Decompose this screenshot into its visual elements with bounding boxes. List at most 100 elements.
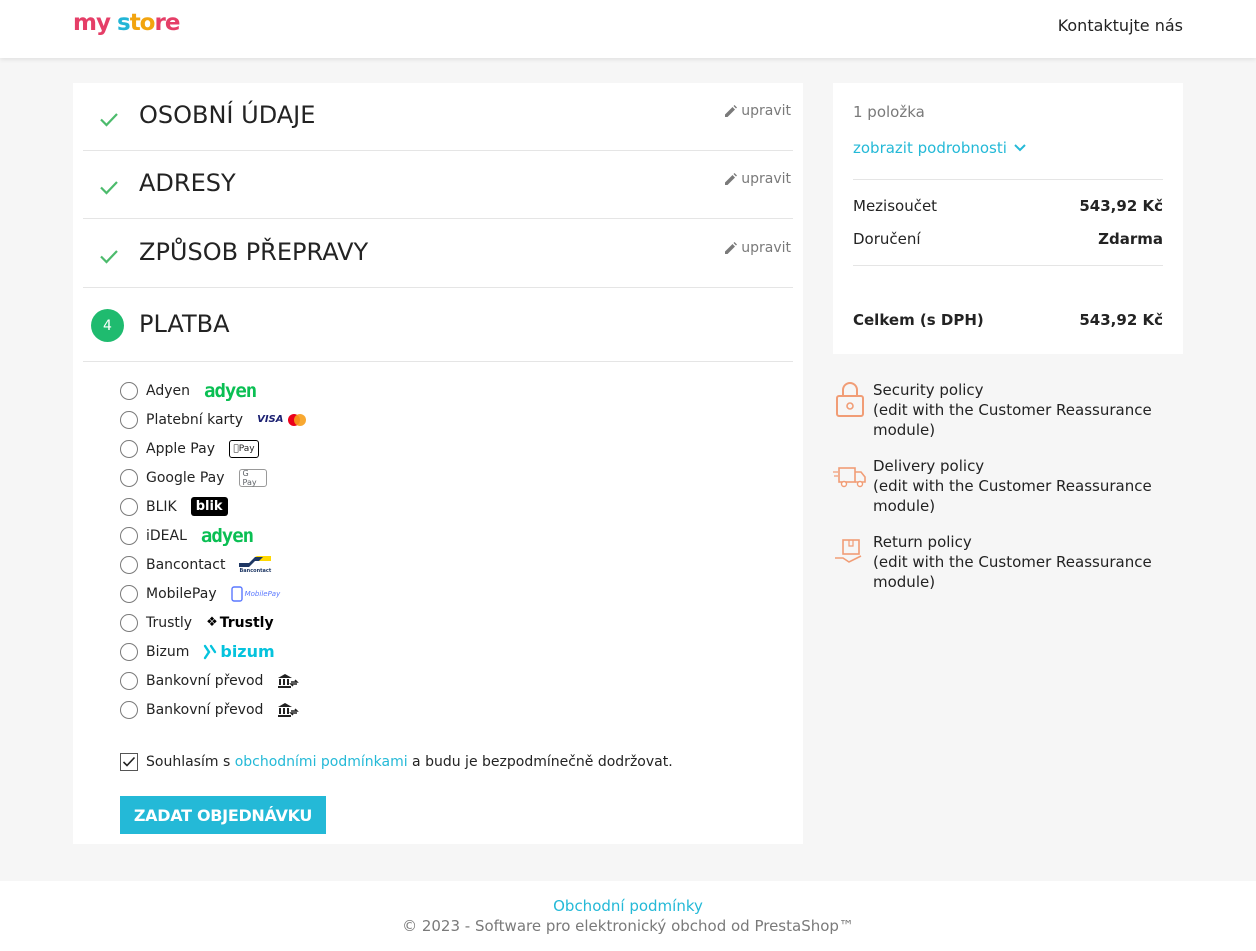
mastercard-icon — [287, 413, 306, 426]
reassurance-title: Delivery policy — [873, 457, 985, 475]
contact-link[interactable]: Kontaktujte nás — [1058, 16, 1183, 35]
radio-button[interactable] — [120, 613, 138, 632]
payment-label: iDEAL — [146, 527, 187, 544]
terms-agreement: Souhlasím s obchodními podmínkami a budu… — [120, 753, 673, 771]
trustly-text: Trustly — [219, 614, 274, 631]
mobilepay-logo: MobilePay — [230, 585, 280, 602]
payment-option-ideal[interactable]: iDEAL adyen — [120, 521, 770, 550]
reassurance-security: Security policy (edit with the Customer … — [833, 380, 1183, 440]
subtotal-label: Mezisoučet — [853, 197, 938, 215]
radio-button[interactable] — [120, 381, 138, 400]
apple-pay-logo: Pay — [228, 439, 259, 458]
terms-text-before: Souhlasím s — [146, 754, 235, 770]
pencil-icon — [725, 172, 738, 185]
bizum-logo: bizum — [203, 642, 275, 661]
radio-button[interactable] — [120, 468, 138, 487]
step-title: PLATBA — [139, 310, 230, 338]
radio-button[interactable] — [120, 410, 138, 429]
reassurance-return: Return policy (edit with the Customer Re… — [833, 532, 1183, 592]
check-icon — [100, 181, 118, 195]
payment-label: Platební karty — [146, 411, 244, 428]
visa-mastercard-logo: VISA — [257, 413, 306, 427]
bizum-text: bizum — [220, 642, 275, 661]
shipping-label: Doručení — [853, 230, 921, 248]
subtotal-row: Mezisoučet 543,92 Kč — [853, 197, 1163, 215]
place-order-button[interactable]: ZADAT OBJEDNÁVKU — [120, 796, 326, 834]
payment-label: BLIK — [146, 498, 177, 515]
edit-link[interactable]: upravit — [724, 171, 791, 187]
logo-text-s: s — [116, 10, 131, 36]
bank-transfer-icon — [278, 673, 300, 688]
radio-button[interactable] — [120, 439, 138, 458]
checkmark-icon — [122, 756, 136, 767]
payment-option-bank-transfer-2[interactable]: Bankovní převod — [120, 695, 770, 724]
payment-option-cards[interactable]: Platební karty VISA — [120, 405, 770, 434]
payment-option-adyen[interactable]: Adyen adyen — [120, 376, 770, 405]
payment-label: Bizum — [146, 643, 190, 660]
edit-link[interactable]: upravit — [724, 103, 791, 119]
payment-label: Bankovní převod — [146, 672, 264, 689]
payment-label: Adyen — [146, 382, 190, 399]
edit-link[interactable]: upravit — [724, 240, 791, 256]
step-number-badge: 4 — [91, 309, 124, 342]
mobilepay-icon — [230, 585, 243, 602]
checkout-steps: OSOBNÍ ÚDAJE upravit ADRESY upravit ZPŮS… — [73, 83, 803, 844]
show-details-toggle[interactable]: zobrazit podrobnosti — [853, 139, 1027, 157]
step-shipping-method[interactable]: ZPŮSOB PŘEPRAVY upravit — [83, 220, 793, 288]
footer-terms-link[interactable]: Obchodní podmínky — [0, 897, 1256, 915]
truck-icon — [833, 467, 866, 488]
radio-button[interactable] — [120, 526, 138, 545]
logo-text-to: to — [129, 10, 156, 36]
payment-label: Bancontact — [146, 556, 226, 573]
payment-option-bancontact[interactable]: Bancontact Bancontact — [120, 550, 770, 579]
lock-icon — [836, 382, 864, 417]
return-box-icon — [835, 539, 862, 563]
store-logo[interactable]: my store — [73, 10, 180, 36]
payment-option-bank-transfer[interactable]: Bankovní převod — [120, 666, 770, 695]
payment-label: MobilePay — [146, 585, 217, 602]
logo-text-my: my — [73, 10, 111, 36]
check-icon — [100, 113, 118, 127]
item-count: 1 položka — [853, 103, 925, 121]
radio-button[interactable] — [120, 642, 138, 661]
subtotal-value: 543,92 Kč — [1079, 197, 1163, 215]
payment-option-apple-pay[interactable]: Apple Pay Pay — [120, 434, 770, 463]
bizum-icon — [204, 644, 217, 659]
bank-transfer-icon — [278, 702, 300, 717]
radio-button[interactable] — [120, 497, 138, 516]
payment-label: Apple Pay — [146, 440, 215, 457]
terms-text-after: a budu je bezpodmínečně dodržovat. — [407, 754, 673, 770]
cart-summary: 1 položka zobrazit podrobnosti Mezisouče… — [833, 83, 1183, 354]
total-value: 543,92 Kč — [1079, 311, 1163, 329]
payment-option-google-pay[interactable]: Google Pay G Pay — [120, 463, 770, 492]
payment-option-mobilepay[interactable]: MobilePay MobilePay — [120, 579, 770, 608]
step-addresses[interactable]: ADRESY upravit — [83, 151, 793, 219]
step-payment: 4 PLATBA — [83, 288, 793, 362]
step-title: ADRESY — [139, 169, 236, 197]
payment-label: Google Pay — [146, 469, 225, 486]
radio-button[interactable] — [120, 584, 138, 603]
step-title: OSOBNÍ ÚDAJE — [139, 101, 316, 129]
apple-pay-text: Pay — [236, 443, 255, 454]
reassurance-desc: (edit with the Customer Reassurance modu… — [873, 553, 1152, 591]
radio-button[interactable] — [120, 671, 138, 690]
show-details-label: zobrazit podrobnosti — [853, 139, 1007, 157]
logo-space — [110, 10, 117, 36]
shipping-row: Doručení Zdarma — [853, 230, 1163, 248]
step-personal-info[interactable]: OSOBNÍ ÚDAJE upravit — [83, 83, 793, 151]
payment-option-trustly[interactable]: Trustly ❖ Trustly — [120, 608, 770, 637]
payment-option-blik[interactable]: BLIK blik — [120, 492, 770, 521]
terms-link[interactable]: obchodními podmínkami — [235, 754, 408, 770]
edit-label: upravit — [741, 171, 791, 187]
check-icon — [100, 250, 118, 264]
terms-checkbox[interactable] — [120, 753, 138, 771]
payment-options: Adyen adyen Platební karty VISA Apple Pa… — [120, 376, 770, 724]
radio-button[interactable] — [120, 555, 138, 574]
blik-logo: blik — [190, 497, 228, 516]
trustly-logo: ❖ Trustly — [206, 615, 274, 631]
edit-label: upravit — [741, 103, 791, 119]
total-row: Celkem (s DPH) 543,92 Kč — [853, 311, 1163, 329]
radio-button[interactable] — [120, 700, 138, 719]
payment-option-bizum[interactable]: Bizum bizum — [120, 637, 770, 666]
bancontact-logo: Bancontact — [239, 555, 272, 574]
